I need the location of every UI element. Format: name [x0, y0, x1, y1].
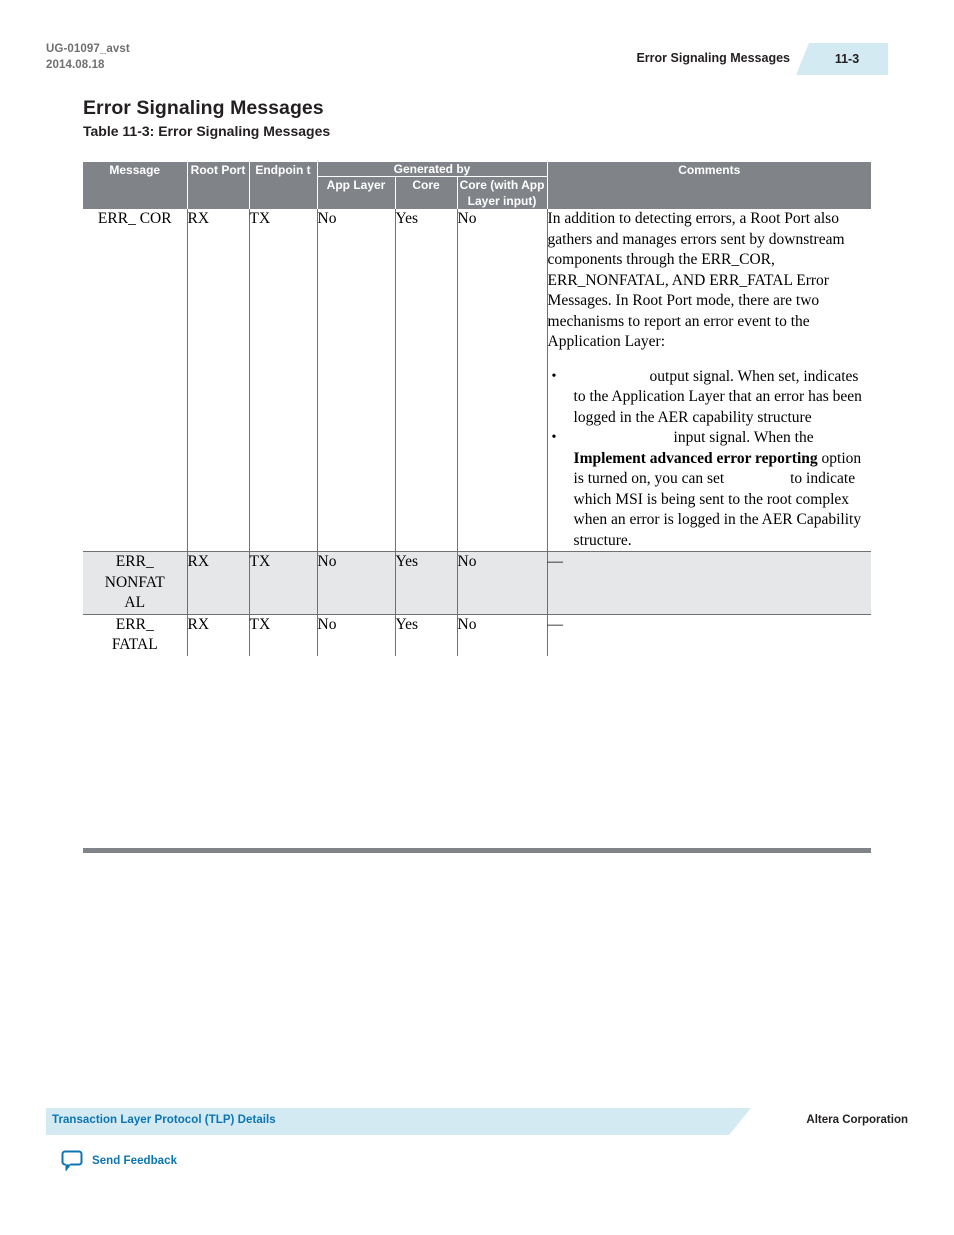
document-id: UG-01097_avst: [46, 43, 130, 55]
column-header-message: Message: [83, 162, 188, 209]
comments-bullet-list: output signal. When set, indicates to th…: [548, 367, 872, 552]
company-name: Altera Corporation: [806, 1114, 908, 1126]
list-item: input signal. When the Implement advance…: [548, 428, 872, 551]
column-header-endpoint: Endpoin t: [249, 162, 318, 209]
table-row: ERR_ NONFAT AL RX TX No Yes No —: [83, 551, 872, 614]
bullet-2-bold-option-name: Implement advanced error reporting: [573, 449, 818, 467]
document-date: 2014.08.18: [46, 59, 105, 71]
cell-app-layer: No: [317, 209, 396, 552]
running-header-title: Error Signaling Messages: [636, 51, 790, 65]
cell-message: ERR_ FATAL: [83, 613, 188, 656]
cell-endpoint: TX: [249, 613, 318, 656]
column-header-root-port: Root Port: [187, 162, 250, 209]
table-header-row-top: Message Root Port Endpoin t Generated by…: [83, 162, 872, 209]
cell-core-with-app-layer-input: No: [457, 551, 548, 614]
page-header: UG-01097_avst 2014.08.18 Error Signaling…: [0, 0, 954, 90]
table-row: ERR_ COR RX TX No Yes No In addition to …: [83, 209, 871, 552]
cell-comments: In addition to detecting errors, a Root …: [547, 209, 871, 552]
table-caption: Table 11-3: Error Signaling Messages: [83, 123, 331, 139]
column-group-header-generated-by: Generated by: [317, 162, 548, 177]
column-header-app-layer: App Layer: [317, 176, 396, 209]
cell-core: Yes: [395, 209, 458, 552]
page-number: 11-3: [834, 52, 860, 66]
column-header-comments: Comments: [547, 162, 872, 209]
error-signaling-table: Message Root Port Endpoin t Generated by…: [83, 162, 872, 656]
table-bottom-rule: [83, 848, 871, 853]
send-feedback-button[interactable]: Send Feedback: [61, 1150, 177, 1172]
cell-core-with-app-layer-input: No: [457, 613, 548, 656]
cell-comments: —: [547, 551, 872, 614]
column-header-core-with-app-layer-input: Core (with App Layer input): [457, 176, 548, 209]
cell-app-layer: No: [317, 551, 396, 614]
cell-endpoint: TX: [249, 551, 318, 614]
cell-message: ERR_ NONFAT AL: [83, 551, 188, 614]
cell-core-with-app-layer-input: No: [457, 209, 548, 552]
cell-core: Yes: [395, 551, 458, 614]
cell-core: Yes: [395, 613, 458, 656]
table-row: ERR_ FATAL RX TX No Yes No —: [83, 613, 872, 656]
column-header-core: Core: [395, 176, 458, 209]
bullet-2-text-lead: input signal. When the: [673, 429, 814, 446]
comments-intro-paragraph: In addition to detecting errors, a Root …: [547, 210, 845, 350]
send-feedback-label: Send Feedback: [92, 1155, 178, 1167]
breadcrumb[interactable]: Transaction Layer Protocol (TLP) Details: [52, 1114, 276, 1126]
cell-root-port: RX: [187, 551, 250, 614]
cell-endpoint: TX: [249, 209, 318, 552]
cell-app-layer: No: [317, 613, 396, 656]
page-number-tag: 11-3: [796, 43, 888, 75]
speech-bubble-icon: [61, 1150, 83, 1172]
cell-root-port: RX: [187, 209, 250, 552]
page-title: Error Signaling Messages: [83, 97, 324, 120]
list-item: output signal. When set, indicates to th…: [548, 367, 872, 429]
cell-root-port: RX: [187, 613, 250, 656]
cell-message: ERR_ COR: [83, 209, 188, 552]
cell-comments: —: [547, 613, 872, 656]
